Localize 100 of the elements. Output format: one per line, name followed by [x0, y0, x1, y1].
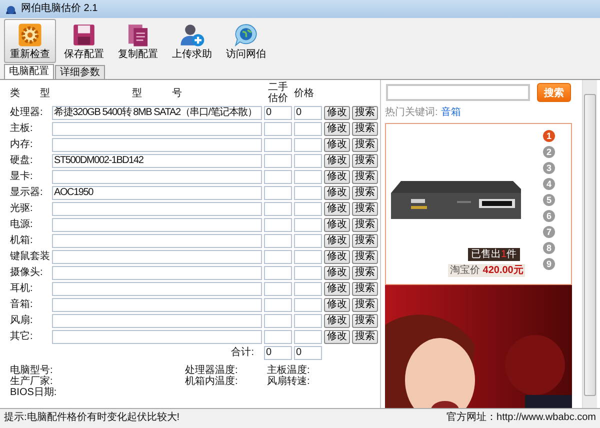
price-field[interactable]: [294, 138, 322, 152]
price-field[interactable]: [294, 202, 322, 216]
edit-button[interactable]: 修改: [324, 234, 350, 248]
row-label: 内存:: [10, 139, 34, 151]
price-field[interactable]: [294, 218, 322, 232]
toolbar-button[interactable]: 访问网伯: [220, 19, 272, 63]
price-field[interactable]: [294, 234, 322, 248]
model-field[interactable]: [52, 138, 262, 152]
edit-button[interactable]: 修改: [324, 154, 350, 168]
model-field[interactable]: [52, 122, 262, 136]
search-button[interactable]: 搜索: [352, 234, 378, 248]
model-field[interactable]: [52, 266, 262, 280]
row-label: 电源:: [10, 219, 34, 231]
edit-button[interactable]: 修改: [324, 218, 350, 232]
edit-button[interactable]: 修改: [324, 186, 350, 200]
edit-button[interactable]: 修改: [324, 106, 350, 120]
edit-button[interactable]: 修改: [324, 282, 350, 296]
price-field[interactable]: [294, 330, 322, 344]
column-header: 型 号: [131, 88, 183, 98]
used-price-field[interactable]: [264, 234, 292, 248]
search-button[interactable]: 搜索: [352, 138, 378, 152]
used-price-field[interactable]: [264, 122, 292, 136]
price-field[interactable]: 0: [294, 106, 322, 120]
used-price-field[interactable]: [264, 186, 292, 200]
toolbar-button[interactable]: 保存配置: [58, 19, 110, 63]
model-field[interactable]: [52, 218, 262, 232]
search-button[interactable]: 搜索: [352, 330, 378, 344]
model-field[interactable]: AOC1950: [52, 186, 262, 200]
used-price-field[interactable]: 0: [264, 106, 292, 120]
model-field[interactable]: 希捷320GB 5400转 8MB SATA2（串口/笔记本散）: [52, 106, 262, 120]
price-total-field[interactable]: 0: [294, 346, 322, 360]
price-field[interactable]: [294, 186, 322, 200]
model-field[interactable]: [52, 298, 262, 312]
edit-button[interactable]: 修改: [324, 202, 350, 216]
search-button[interactable]: 搜索: [352, 218, 378, 232]
edit-button[interactable]: 修改: [324, 298, 350, 312]
model-field[interactable]: [52, 330, 262, 344]
used-price-field[interactable]: [264, 330, 292, 344]
row-label: 主板:: [10, 123, 34, 135]
search-button[interactable]: 搜索: [352, 186, 378, 200]
row-label: 显示器:: [10, 187, 44, 199]
page-dot[interactable]: 1: [543, 130, 555, 142]
toolbar-button[interactable]: 重新检查: [4, 19, 56, 63]
model-field[interactable]: ST500DM002-1BD142: [52, 154, 262, 168]
price-field[interactable]: [294, 298, 322, 312]
search-button[interactable]: 搜索: [352, 154, 378, 168]
model-field[interactable]: [52, 170, 262, 184]
used-price-field[interactable]: [264, 314, 292, 328]
scrollbar[interactable]: [582, 80, 597, 408]
search-button[interactable]: 搜索: [352, 282, 378, 296]
edit-button[interactable]: 修改: [324, 122, 350, 136]
used-price-field[interactable]: [264, 298, 292, 312]
scrollbar-thumb[interactable]: [584, 94, 596, 396]
used-price-field[interactable]: [264, 218, 292, 232]
info-label: 主板温度:: [267, 365, 310, 376]
column-header: 二手估价: [267, 82, 289, 104]
toolbar-button[interactable]: 复制配置: [112, 19, 164, 63]
used-price-field[interactable]: [264, 154, 292, 168]
edit-button[interactable]: 修改: [324, 330, 350, 344]
price-field[interactable]: [294, 266, 322, 280]
search-button[interactable]: 搜索: [352, 170, 378, 184]
model-field[interactable]: [52, 202, 262, 216]
price-field[interactable]: [294, 154, 322, 168]
edit-button[interactable]: 修改: [324, 138, 350, 152]
price-label: 淘宝价 420.00元: [448, 264, 526, 277]
toolbar-button[interactable]: 上传求助: [166, 19, 218, 63]
website-label: 官方网址：http://www.wbabc.com: [446, 410, 596, 424]
search-button[interactable]: 搜索: [352, 122, 378, 136]
keyword-link[interactable]: 音箱: [440, 105, 461, 119]
used-price-field[interactable]: [264, 170, 292, 184]
edit-button[interactable]: 修改: [324, 314, 350, 328]
used-price-total-field[interactable]: 0: [264, 346, 292, 360]
search-button[interactable]: 搜索: [352, 106, 378, 120]
price-field[interactable]: [294, 170, 322, 184]
used-price-field[interactable]: [264, 250, 292, 264]
used-price-field[interactable]: [264, 266, 292, 280]
used-price-field[interactable]: [264, 282, 292, 296]
tab[interactable]: 电脑配置: [4, 64, 54, 79]
used-price-field[interactable]: [264, 202, 292, 216]
price-field[interactable]: [294, 250, 322, 264]
model-field[interactable]: [52, 234, 262, 248]
search-button[interactable]: 搜索: [352, 266, 378, 280]
price-field[interactable]: [294, 282, 322, 296]
edit-button[interactable]: 修改: [324, 250, 350, 264]
info-label: 风扇转速:: [267, 376, 310, 387]
edit-button[interactable]: 修改: [324, 170, 350, 184]
search-button[interactable]: 搜索: [352, 314, 378, 328]
search-field[interactable]: [386, 84, 530, 101]
search-button[interactable]: 搜索: [352, 202, 378, 216]
model-field[interactable]: [52, 250, 262, 264]
model-field[interactable]: [52, 314, 262, 328]
price-field[interactable]: [294, 314, 322, 328]
edit-button[interactable]: 修改: [324, 266, 350, 280]
search-button[interactable]: 搜索: [352, 250, 378, 264]
model-field[interactable]: [52, 282, 262, 296]
price-field[interactable]: [294, 122, 322, 136]
tab[interactable]: 详细参数: [55, 65, 105, 79]
used-price-field[interactable]: [264, 138, 292, 152]
search-button[interactable]: 搜索: [352, 298, 378, 312]
info-label: 生产厂家:: [10, 376, 53, 387]
